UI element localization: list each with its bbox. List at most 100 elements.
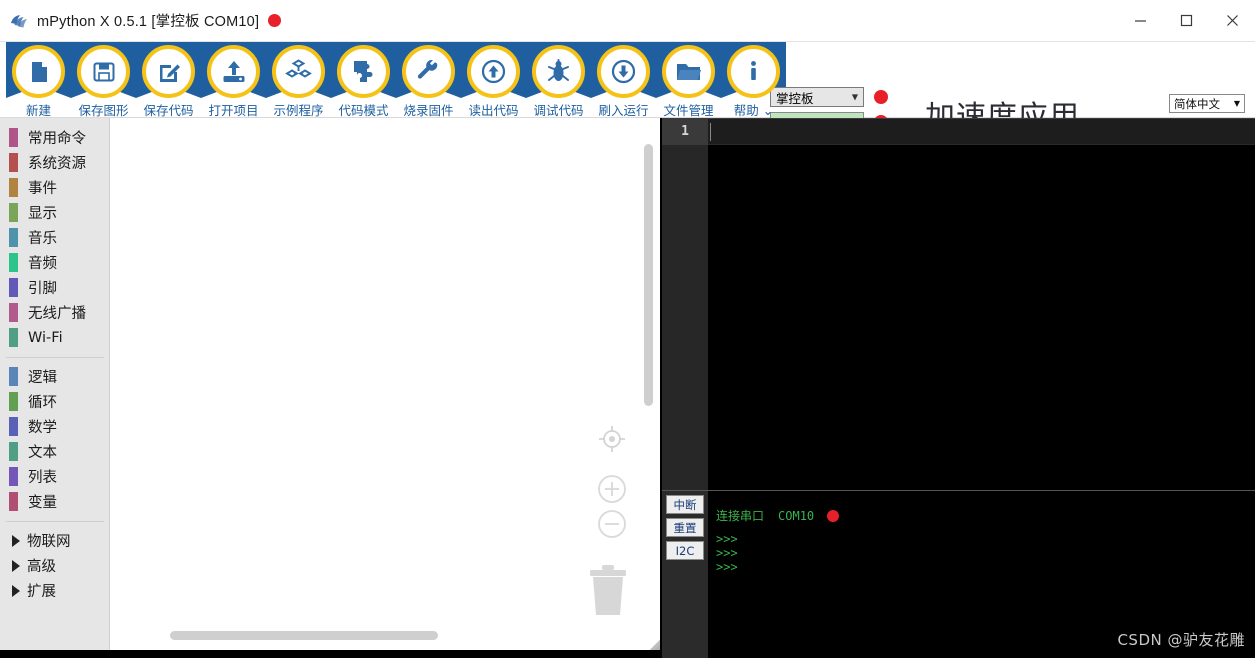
mpython-logo-icon: [8, 10, 30, 32]
toolbar-button-code-mode[interactable]: 代码模式: [331, 42, 396, 119]
category-color-swatch: [9, 153, 18, 172]
toolbar-button-debug-code[interactable]: 调试代码: [526, 42, 591, 119]
board-select-value: 掌控板: [776, 90, 814, 106]
block-category-sidebar: 常用命令 系统资源 事件 显示 音乐 音频 引脚 无线广播 Wi-Fi 逻辑 循…: [0, 118, 110, 658]
toolbar-label: 打开项目: [208, 103, 259, 118]
watermark: CSDN @驴友花雕: [1117, 631, 1245, 649]
toolbar-label: 读出代码: [468, 103, 519, 118]
chevron-down-icon: ▼: [851, 92, 858, 102]
category-color-swatch: [9, 203, 18, 222]
toolbar-button-examples[interactable]: 示例程序: [266, 42, 331, 119]
toolbar-label: 保存图形: [78, 103, 129, 118]
code-text-area[interactable]: [708, 119, 1255, 491]
sidebar-item-variables[interactable]: 变量: [0, 489, 109, 514]
sidebar-item-lists[interactable]: 列表: [0, 464, 109, 489]
sidebar-item-system-resources[interactable]: 系统资源: [0, 150, 109, 175]
sidebar-item-label: 事件: [28, 181, 57, 197]
console-prompt: >>>: [716, 532, 738, 546]
editor-gutter: 1: [662, 119, 708, 491]
window-controls: [1117, 0, 1255, 42]
sidebar-item-wifi[interactable]: Wi-Fi: [0, 325, 109, 350]
application-window: mPython X 0.5.1 [掌控板 COM10] 新建 保存图形 保存代码…: [0, 0, 1255, 658]
toolbar-button-read-code[interactable]: 读出代码: [461, 42, 526, 119]
toolbar-button-save-code[interactable]: 保存代码: [136, 42, 201, 119]
category-color-swatch: [9, 328, 18, 347]
sidebar-item-math[interactable]: 数学: [0, 414, 109, 439]
sidebar-item-music[interactable]: 音乐: [0, 225, 109, 250]
board-select[interactable]: 掌控板 ▼: [770, 87, 864, 107]
sidebar-item-advanced[interactable]: 高级: [0, 553, 109, 578]
line-number: 1: [662, 119, 708, 145]
i2c-button[interactable]: I2C: [666, 541, 704, 560]
sidebar-item-logic[interactable]: 逻辑: [0, 364, 109, 389]
workspace-vscrollbar[interactable]: [644, 144, 653, 406]
maximize-button[interactable]: [1163, 0, 1209, 42]
info-icon: [727, 45, 780, 98]
folder-open-icon: [662, 45, 715, 98]
sidebar-item-label: 常用命令: [28, 131, 86, 147]
workspace-hscrollbar[interactable]: [170, 631, 438, 640]
chevron-down-icon: ▼: [1233, 99, 1240, 108]
zoom-in-icon[interactable]: [596, 473, 628, 510]
close-button[interactable]: [1209, 0, 1255, 42]
save-floppy-icon: [77, 45, 130, 98]
sidebar-item-label: 显示: [28, 206, 57, 222]
sidebar-item-common[interactable]: 常用命令: [0, 125, 109, 150]
arrow-up-circle-icon: [467, 45, 520, 98]
window-title: mPython X 0.5.1 [掌控板 COM10]: [37, 14, 260, 30]
reset-button[interactable]: 重置: [666, 518, 704, 537]
sidebar-item-iot[interactable]: 物联网: [0, 528, 109, 553]
sidebar-item-pins[interactable]: 引脚: [0, 275, 109, 300]
sidebar-item-audio[interactable]: 音频: [0, 250, 109, 275]
minimize-button[interactable]: [1117, 0, 1163, 42]
sidebar-item-label: 扩展: [27, 584, 56, 600]
board-status-dot: [874, 90, 888, 104]
language-select[interactable]: 简体中文 ▼: [1169, 94, 1245, 113]
example-blocks-icon: [272, 45, 325, 98]
sidebar-divider: [6, 357, 104, 358]
toolbar-label: 新建: [25, 103, 51, 118]
sidebar-item-label: 系统资源: [28, 156, 86, 172]
toolbar-button-new[interactable]: 新建: [6, 42, 71, 119]
language-select-value: 简体中文: [1174, 96, 1220, 111]
blockly-workspace[interactable]: [110, 118, 660, 658]
toolbar-button-save-blocks[interactable]: 保存图形: [71, 42, 136, 119]
sidebar-item-display[interactable]: 显示: [0, 200, 109, 225]
sidebar-item-extensions[interactable]: 扩展: [0, 578, 109, 603]
open-project-upload-icon: [207, 45, 260, 98]
toolbar-button-flash-run[interactable]: 刷入运行: [591, 42, 656, 119]
sidebar-item-label: 引脚: [28, 281, 57, 297]
toolbar-button-file-manager[interactable]: 文件管理: [656, 42, 721, 119]
puzzle-piece-icon: [337, 45, 390, 98]
toolbar-label: 文件管理: [663, 103, 714, 118]
console-button-bar: 中断 重置 I2C: [662, 491, 708, 658]
toolbar-button-burn-firmware[interactable]: 烧录固件: [396, 42, 461, 119]
console-connection-text: 连接串口: [716, 509, 765, 523]
category-color-swatch: [9, 442, 18, 461]
zoom-out-icon[interactable]: [596, 508, 628, 545]
chevron-right-icon: [12, 559, 20, 572]
sidebar-item-label: 循环: [28, 395, 57, 411]
toolbar-label: 烧录固件: [403, 103, 454, 118]
toolbar-button-open-project[interactable]: 打开项目: [201, 42, 266, 119]
sidebar-item-wireless-broadcast[interactable]: 无线广播: [0, 300, 109, 325]
interrupt-button[interactable]: 中断: [666, 495, 704, 514]
sidebar-item-loops[interactable]: 循环: [0, 389, 109, 414]
sidebar-item-events[interactable]: 事件: [0, 175, 109, 200]
active-line-highlight: [708, 119, 1255, 145]
sidebar-item-label: 变量: [28, 495, 57, 511]
category-color-swatch: [9, 492, 18, 511]
code-editor[interactable]: 1: [662, 118, 1255, 491]
sidebar-item-text[interactable]: 文本: [0, 439, 109, 464]
arrow-down-circle-icon: [597, 45, 650, 98]
sidebar-item-label: Wi-Fi: [28, 329, 63, 346]
console-prompt: >>>: [716, 560, 738, 574]
category-color-swatch: [9, 178, 18, 197]
trash-icon[interactable]: [586, 560, 630, 623]
category-color-swatch: [9, 367, 18, 386]
category-color-swatch: [9, 253, 18, 272]
title-bar: mPython X 0.5.1 [掌控板 COM10]: [0, 0, 1255, 42]
sidebar-divider: [6, 521, 104, 522]
category-color-swatch: [9, 278, 18, 297]
center-target-icon[interactable]: [596, 423, 628, 460]
